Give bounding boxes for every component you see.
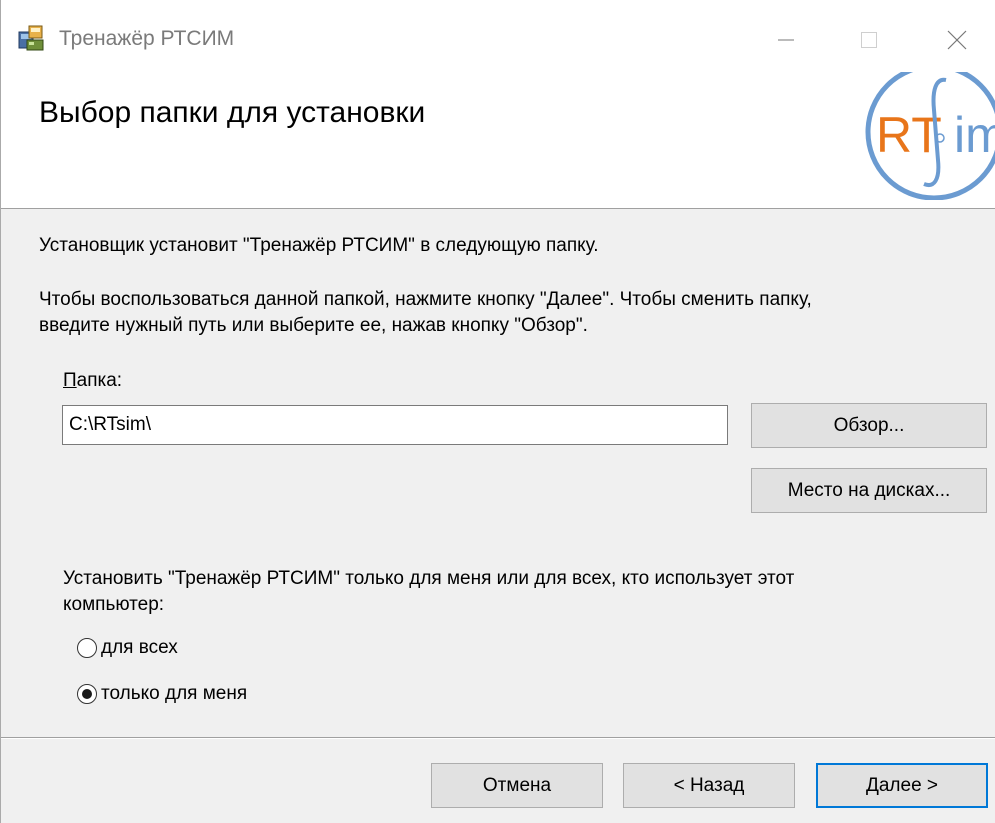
window-title: Тренажёр РТСИМ <box>59 27 235 50</box>
header-banner: Выбор папки для установки RT im <box>1 72 995 209</box>
minimize-button[interactable] <box>766 20 806 60</box>
instructions-line-2: введите нужный путь или выберите ее, наж… <box>39 315 588 336</box>
maximize-icon <box>861 32 877 48</box>
logo-sim-text: im <box>954 107 995 163</box>
folder-path-input[interactable]: C:\RTsim\ <box>62 405 728 445</box>
radio-everyone-label[interactable]: для всех <box>101 637 178 659</box>
scope-text-line-1: Установить "Тренажёр РТСИМ" только для м… <box>63 568 795 589</box>
back-button[interactable]: < Назад <box>623 763 795 808</box>
intro-text: Установщик установит "Тренажёр РТСИМ" в … <box>39 235 599 256</box>
radio-everyone-circle[interactable] <box>77 638 97 658</box>
radio-just-me[interactable]: только для меня <box>77 681 247 707</box>
radio-everyone[interactable]: для всех <box>77 635 178 661</box>
minimize-icon <box>778 39 794 41</box>
scope-text-line-2: компьютер: <box>63 594 165 615</box>
instructions-line-1: Чтобы воспользоваться данной папкой, наж… <box>39 289 812 310</box>
installer-window: Тренажёр РТСИМ Выбор папки для установки… <box>0 0 995 823</box>
rtsim-logo: RT im <box>865 72 995 200</box>
folder-label-accelerator: П <box>63 370 77 391</box>
radio-just-me-label[interactable]: только для меня <box>101 683 247 705</box>
installer-icon <box>18 25 44 51</box>
page-title: Выбор папки для установки <box>39 96 426 129</box>
browse-button[interactable]: Обзор... <box>751 403 987 448</box>
folder-label-rest: апка: <box>76 370 123 391</box>
logo-rt-text: RT <box>876 107 942 163</box>
close-icon <box>947 30 967 50</box>
disk-cost-button[interactable]: Место на дисках... <box>751 468 987 513</box>
folder-label: Папка: <box>63 368 122 394</box>
radio-just-me-circle[interactable] <box>77 684 97 704</box>
cancel-button[interactable]: Отмена <box>431 763 603 808</box>
title-bar[interactable]: Тренажёр РТСИМ <box>1 0 995 72</box>
close-button[interactable] <box>937 20 977 60</box>
maximize-button[interactable] <box>849 20 889 60</box>
footer-separator <box>1 737 995 739</box>
next-button[interactable]: Далее > <box>816 763 988 808</box>
